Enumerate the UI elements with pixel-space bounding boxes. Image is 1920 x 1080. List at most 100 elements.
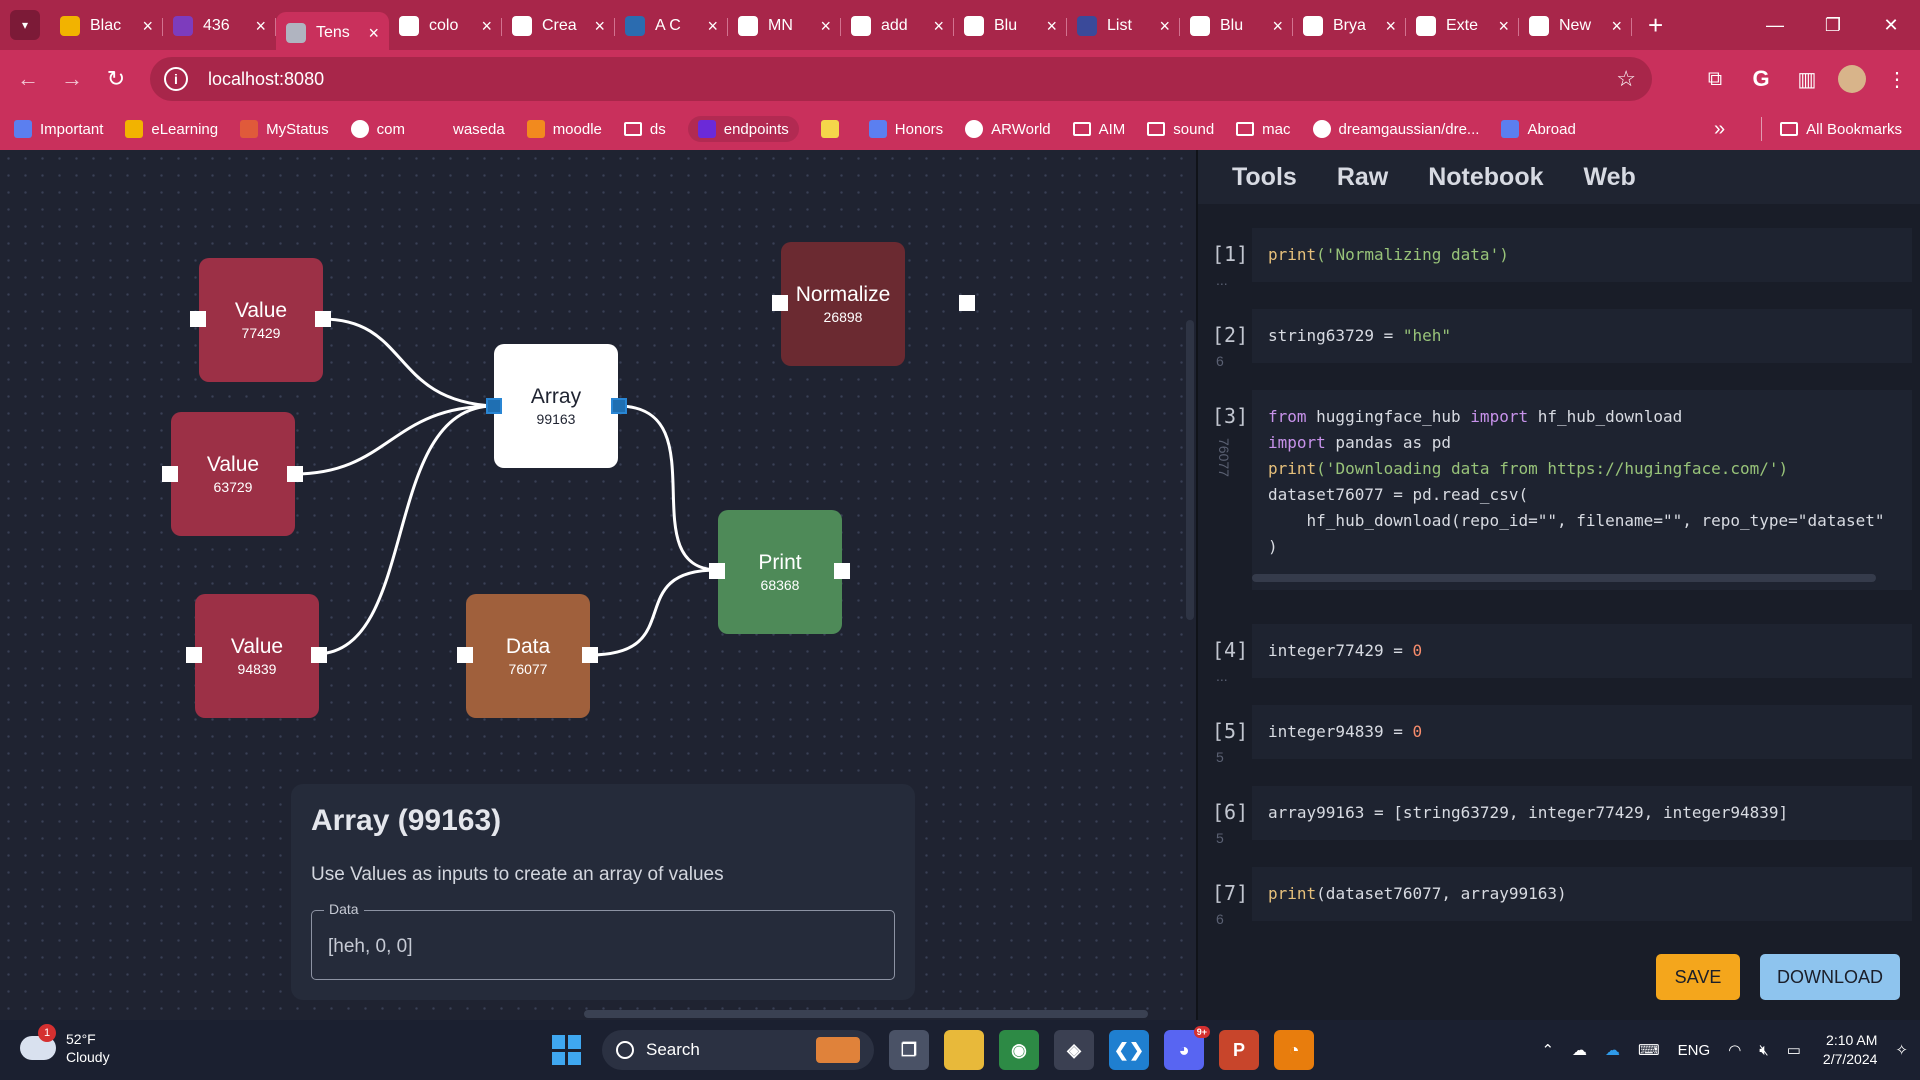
battery-icon[interactable]: ▭: [1787, 1041, 1801, 1059]
input-port[interactable]: [186, 647, 202, 663]
input-port[interactable]: [486, 398, 502, 414]
tab-search-button[interactable]: ▾: [10, 10, 40, 40]
close-tab-icon[interactable]: ×: [707, 16, 718, 37]
save-button[interactable]: SAVE: [1656, 954, 1740, 1000]
input-port[interactable]: [772, 295, 788, 311]
side-panel-button[interactable]: ▥: [1784, 56, 1830, 102]
notifications-icon[interactable]: ✧: [1895, 1041, 1908, 1059]
node-value-63729[interactable]: Value 63729: [171, 412, 295, 536]
bookmark-item[interactable]: Abroad: [1501, 120, 1576, 138]
browser-menu-button[interactable]: ⋮: [1874, 56, 1920, 102]
close-tab-icon[interactable]: ×: [594, 16, 605, 37]
bookmark-item[interactable]: [820, 120, 847, 138]
blender-button[interactable]: ◔: [1274, 1030, 1314, 1070]
restore-button[interactable]: ❐: [1804, 0, 1862, 50]
cell-code[interactable]: string63729 = "heh": [1252, 309, 1912, 363]
node-value-77429[interactable]: Value 77429: [199, 258, 323, 382]
onedrive-icon[interactable]: ☁: [1572, 1041, 1587, 1059]
onedrive-business-icon[interactable]: ☁: [1605, 1041, 1620, 1059]
close-tab-icon[interactable]: ×: [933, 16, 944, 37]
close-tab-icon[interactable]: ×: [481, 16, 492, 37]
node-value-94839[interactable]: Value 94839: [195, 594, 319, 718]
node-graph-canvas[interactable]: Value 77429 Value 63729 Value 94839 Arra…: [0, 150, 1196, 1020]
extensions-button[interactable]: ⧉: [1692, 56, 1738, 102]
language-indicator[interactable]: ENG: [1678, 1042, 1711, 1059]
profile-avatar[interactable]: [1838, 65, 1866, 93]
bookmark-item[interactable]: eLearning: [125, 120, 218, 138]
input-port[interactable]: [162, 466, 178, 482]
powerpoint-button[interactable]: P: [1219, 1030, 1259, 1070]
cell-horizontal-scrollbar[interactable]: [1252, 574, 1876, 582]
bookmark-item[interactable]: waseda: [427, 120, 505, 138]
close-tab-icon[interactable]: ×: [255, 16, 266, 37]
browser-tab[interactable]: Exte ×: [1406, 8, 1519, 44]
bookmark-item[interactable]: endpoints: [687, 116, 799, 142]
browser-tab[interactable]: New ×: [1519, 8, 1632, 44]
google-extension-button[interactable]: G: [1738, 56, 1784, 102]
close-tab-icon[interactable]: ×: [368, 23, 379, 44]
bookmark-item[interactable]: ARWorld: [965, 120, 1051, 138]
data-field-value[interactable]: [heh, 0, 0]: [328, 936, 413, 958]
discord-button[interactable]: ◕ 9+: [1164, 1026, 1210, 1070]
reload-button[interactable]: ↻: [94, 57, 138, 101]
node-normalize-26898[interactable]: Normalize 26898: [781, 242, 905, 366]
close-tab-icon[interactable]: ×: [1159, 16, 1170, 37]
cell-code[interactable]: integer77429 = 0: [1252, 624, 1912, 678]
chrome-button[interactable]: ◉: [999, 1030, 1039, 1070]
bookmark-item[interactable]: mac: [1236, 121, 1291, 138]
start-button[interactable]: [552, 1035, 582, 1065]
chevron-up-icon[interactable]: ⌃: [1541, 1041, 1554, 1059]
cell-code[interactable]: from huggingface_hub import hf_hub_downl…: [1252, 390, 1912, 590]
all-bookmarks-button[interactable]: All Bookmarks: [1780, 121, 1902, 138]
browser-tab[interactable]: Blu ×: [1180, 8, 1293, 44]
node-data-76077[interactable]: Data 76077: [466, 594, 590, 718]
tab-raw[interactable]: Raw: [1337, 163, 1388, 192]
output-port[interactable]: [315, 311, 331, 327]
url-text[interactable]: localhost:8080: [208, 69, 324, 90]
bookmark-item[interactable]: com: [350, 120, 405, 138]
canvas-horizontal-scrollbar[interactable]: [584, 1010, 1148, 1018]
download-button[interactable]: DOWNLOAD: [1760, 954, 1900, 1000]
output-port[interactable]: [834, 563, 850, 579]
close-tab-icon[interactable]: ×: [1272, 16, 1283, 37]
output-port[interactable]: [959, 295, 975, 311]
browser-tab[interactable]: Crea ×: [502, 8, 615, 44]
close-tab-icon[interactable]: ×: [1498, 16, 1509, 37]
bookmark-item[interactable]: dreamgaussian/dre...: [1312, 120, 1479, 138]
weather-widget[interactable]: 1 52°F Cloudy: [20, 1024, 110, 1066]
close-tab-icon[interactable]: ×: [1385, 16, 1396, 37]
output-port[interactable]: [582, 647, 598, 663]
browser-tab[interactable]: Blac ×: [50, 8, 163, 44]
bookmark-item[interactable]: sound: [1147, 121, 1214, 138]
close-tab-icon[interactable]: ×: [142, 16, 153, 37]
browser-tab[interactable]: List ×: [1067, 8, 1180, 44]
cell-code[interactable]: array99163 = [string63729, integer77429,…: [1252, 786, 1912, 840]
keyboard-icon[interactable]: ⌨: [1638, 1041, 1660, 1059]
browser-tab[interactable]: 436 ×: [163, 8, 276, 44]
bookmark-item[interactable]: Important: [14, 120, 103, 138]
new-tab-button[interactable]: +: [1648, 10, 1672, 41]
bookmark-item[interactable]: moodle: [526, 120, 602, 138]
taskbar-search[interactable]: Search: [602, 1030, 874, 1070]
close-tab-icon[interactable]: ×: [1611, 16, 1622, 37]
back-button[interactable]: ←: [6, 57, 50, 101]
clock[interactable]: 2:10 AM 2/7/2024: [1823, 1031, 1878, 1069]
browser-tab[interactable]: A C ×: [615, 8, 728, 44]
input-port[interactable]: [457, 647, 473, 663]
output-port[interactable]: [311, 647, 327, 663]
vscode-button[interactable]: ❮❯: [1109, 1030, 1149, 1070]
site-info-icon[interactable]: i: [164, 67, 188, 91]
task-view-button[interactable]: ❐: [889, 1030, 929, 1070]
cell-code[interactable]: print(dataset76077, array99163): [1252, 867, 1912, 921]
wifi-icon[interactable]: ◠: [1728, 1041, 1741, 1059]
browser-tab[interactable]: colo ×: [389, 8, 502, 44]
address-bar[interactable]: i localhost:8080 ☆: [150, 57, 1652, 101]
tab-notebook[interactable]: Notebook: [1428, 163, 1543, 192]
cell-code[interactable]: integer94839 = 0: [1252, 705, 1912, 759]
node-print-68368[interactable]: Print 68368: [718, 510, 842, 634]
tab-web[interactable]: Web: [1584, 163, 1636, 192]
close-tab-icon[interactable]: ×: [1046, 16, 1057, 37]
browser-tab[interactable]: add ×: [841, 8, 954, 44]
bookmark-item[interactable]: MyStatus: [240, 120, 329, 138]
browser-tab[interactable]: Tens ×: [276, 12, 389, 54]
